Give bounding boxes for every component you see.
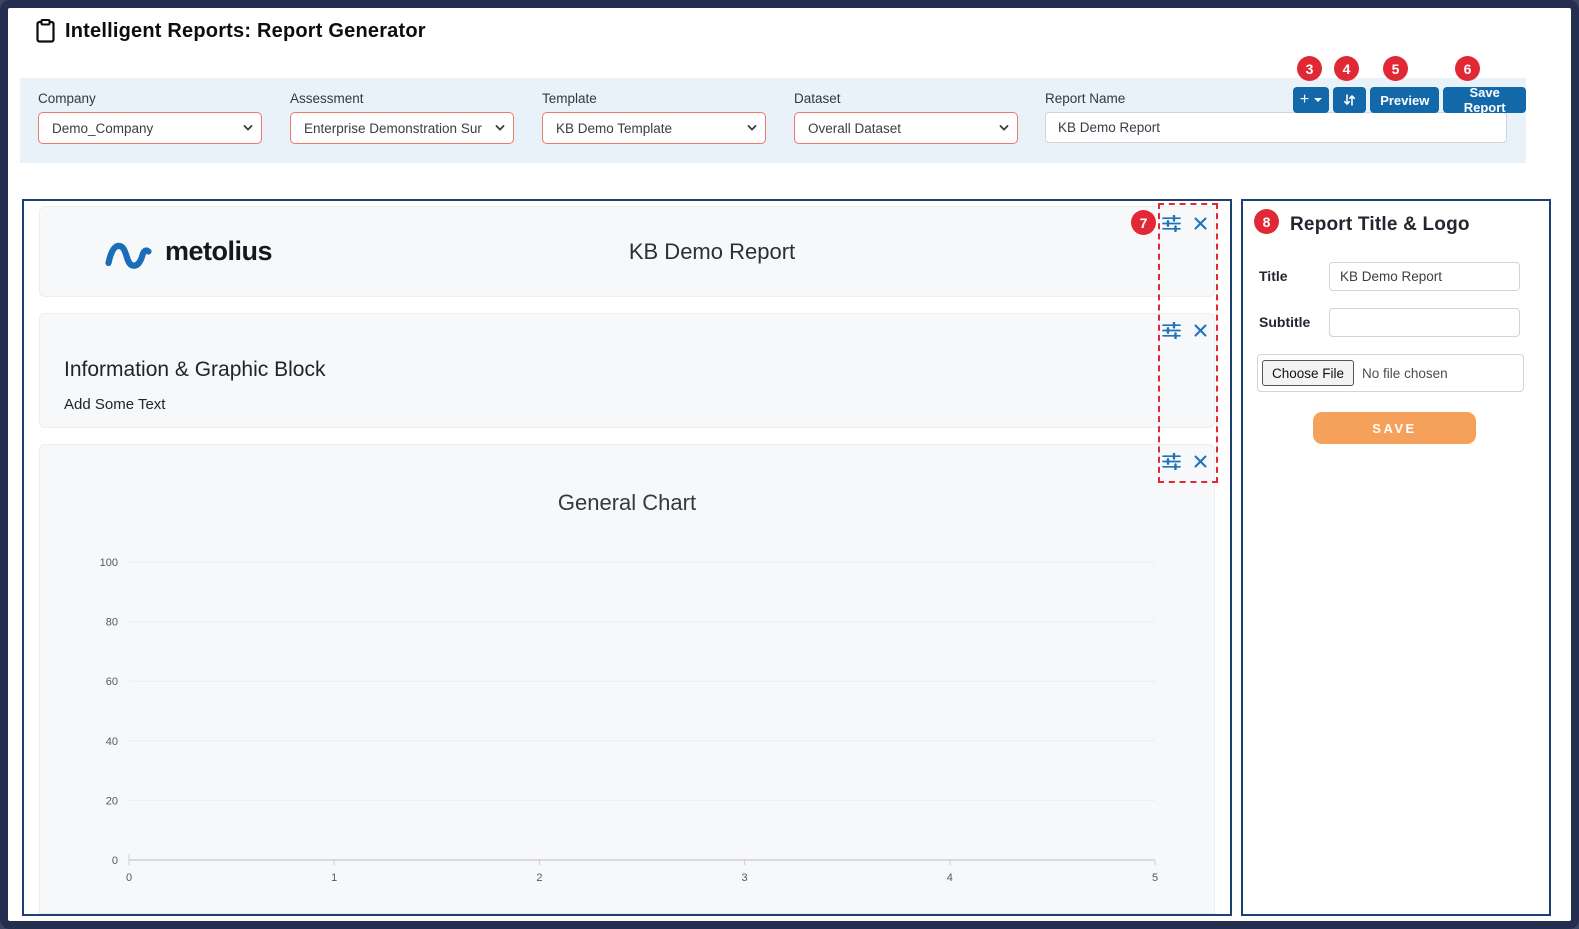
annotation-badge-5: 5 bbox=[1383, 56, 1408, 81]
svg-text:100: 100 bbox=[100, 557, 118, 569]
toolbar-buttons: + Preview Save Report bbox=[1293, 87, 1526, 113]
caret-down-icon bbox=[1314, 98, 1322, 102]
save-report-button[interactable]: Save Report bbox=[1443, 87, 1526, 113]
company-logo: metolius bbox=[40, 234, 330, 270]
panel-heading: Report Title & Logo bbox=[1290, 214, 1470, 236]
subtitle-input[interactable] bbox=[1329, 308, 1520, 337]
svg-text:20: 20 bbox=[106, 795, 118, 807]
page-title: Intelligent Reports: Report Generator bbox=[65, 20, 426, 43]
annotation-badge-3: 3 bbox=[1297, 56, 1322, 81]
svg-text:80: 80 bbox=[106, 617, 118, 629]
dataset-field: Dataset Overall Dataset bbox=[794, 91, 1018, 144]
svg-text:2: 2 bbox=[536, 872, 542, 884]
company-field: Company Demo_Company bbox=[38, 91, 262, 144]
reorder-blocks-button[interactable] bbox=[1333, 87, 1366, 113]
annotation-badge-7: 7 bbox=[1131, 210, 1156, 235]
metolius-wave-icon bbox=[105, 234, 152, 270]
svg-text:1: 1 bbox=[331, 872, 337, 884]
svg-text:3: 3 bbox=[742, 872, 748, 884]
general-chart-block[interactable]: General Chart 020406080100012345 bbox=[39, 444, 1215, 914]
report-canvas: metolius KB Demo Report bbox=[22, 199, 1232, 916]
info-graphic-block[interactable]: Information & Graphic Block Add Some Tex… bbox=[39, 313, 1215, 428]
info-block-title: Information & Graphic Block bbox=[64, 358, 325, 382]
plus-icon: + bbox=[1300, 91, 1309, 109]
template-field: Template KB Demo Template bbox=[542, 91, 766, 144]
logo-text: metolius bbox=[165, 236, 272, 267]
annotation-badge-6: 6 bbox=[1455, 56, 1480, 81]
assessment-field: Assessment Enterprise Demonstration Sur bbox=[290, 91, 514, 144]
page-header: Intelligent Reports: Report Generator bbox=[36, 19, 426, 43]
clipboard-icon bbox=[36, 19, 55, 43]
annotation-badge-4: 4 bbox=[1334, 56, 1359, 81]
info-block-subtitle: Add Some Text bbox=[64, 396, 165, 413]
file-status-text: No file chosen bbox=[1362, 366, 1448, 381]
assessment-select[interactable]: Enterprise Demonstration Sur bbox=[290, 112, 514, 144]
title-label: Title bbox=[1259, 268, 1288, 284]
dataset-select[interactable]: Overall Dataset bbox=[794, 112, 1018, 144]
dataset-label: Dataset bbox=[794, 91, 1018, 106]
annotation-dashed-rect bbox=[1158, 203, 1218, 483]
company-label: Company bbox=[38, 91, 262, 106]
svg-text:0: 0 bbox=[112, 855, 118, 867]
choose-file-button[interactable]: Choose File bbox=[1262, 360, 1354, 386]
report-title-logo-panel: 8 Report Title & Logo Title Subtitle Cho… bbox=[1241, 199, 1551, 916]
svg-text:5: 5 bbox=[1152, 872, 1158, 884]
report-title-text: KB Demo Report bbox=[330, 239, 1094, 265]
svg-text:0: 0 bbox=[126, 872, 132, 884]
report-name-input[interactable] bbox=[1045, 112, 1507, 143]
subtitle-label: Subtitle bbox=[1259, 314, 1310, 330]
title-input[interactable] bbox=[1329, 262, 1520, 291]
logo-file-input[interactable]: Choose File No file chosen bbox=[1257, 354, 1524, 392]
preview-button-label: Preview bbox=[1380, 93, 1429, 108]
add-block-button[interactable]: + bbox=[1293, 87, 1329, 113]
assessment-label: Assessment bbox=[290, 91, 514, 106]
template-label: Template bbox=[542, 91, 766, 106]
svg-text:60: 60 bbox=[106, 676, 118, 688]
report-generator-window: Intelligent Reports: Report Generator Co… bbox=[0, 0, 1579, 929]
save-report-button-label: Save Report bbox=[1453, 85, 1516, 115]
template-select[interactable]: KB Demo Template bbox=[542, 112, 766, 144]
annotation-badge-8: 8 bbox=[1254, 209, 1279, 234]
report-header-block[interactable]: metolius KB Demo Report bbox=[39, 206, 1215, 297]
toolbar: Company Demo_Company Assessment Enterpri… bbox=[20, 78, 1526, 163]
panel-save-button[interactable]: SAVE bbox=[1313, 412, 1476, 444]
svg-text:40: 40 bbox=[106, 736, 118, 748]
general-chart-canvas: 0 20 40 60 80 100 0 1 2 3 4 5 bbox=[40, 445, 1214, 913]
company-select[interactable]: Demo_Company bbox=[38, 112, 262, 144]
preview-button[interactable]: Preview bbox=[1370, 87, 1439, 113]
reorder-arrows-icon bbox=[1343, 93, 1356, 107]
svg-text:4: 4 bbox=[947, 872, 953, 884]
